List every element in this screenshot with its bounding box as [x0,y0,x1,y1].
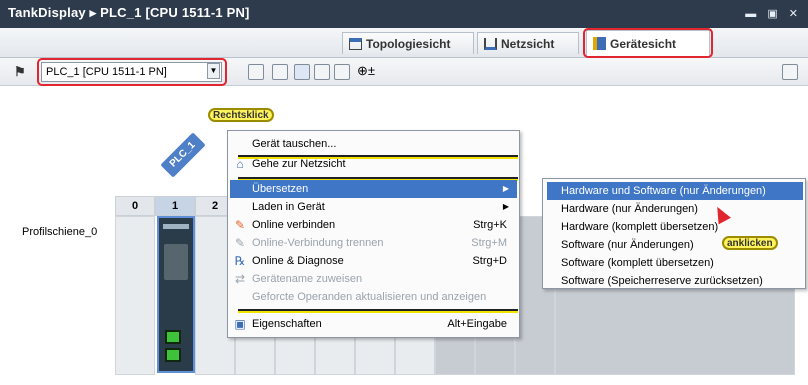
menu-item-properties[interactable]: ▣ Eigenschaften Alt+Eingabe [230,315,517,333]
grid-icon[interactable] [314,64,330,80]
submenu-arrow-icon: ▶ [502,202,509,211]
siemens-logo [163,224,189,229]
menu-separator [238,309,518,313]
tab-label: Topologiesicht [366,36,451,51]
slot-header-0: 0 [115,196,155,216]
view-tab-bar: Topologiesicht Netzsicht Gerätesicht [0,28,808,58]
menu-item-label: Geforcte Operanden aktualisieren und anz… [252,291,487,303]
context-menu: Gerät tauschen... ⌂ Gehe zur Netzsicht Ü… [227,130,520,338]
device-select-highlight [37,58,227,86]
properties-icon: ▣ [234,317,246,331]
submenu-item-hw-full[interactable]: Hardware (komplett übersetzen) [547,218,803,236]
menu-shortcut: Strg+D [472,255,507,267]
tab-label: Netzsicht [501,36,555,51]
network-icon: ⌂ [236,157,244,171]
menu-item-go-offline[interactable]: ✎ Online-Verbindung trennen Strg+M [230,234,517,252]
window-title: TankDisplay ▸ PLC_1 [CPU 1511-1 PN] [8,5,250,20]
menu-item-forced-operands[interactable]: Geforcte Operanden aktualisieren und anz… [230,288,517,306]
layout-icon[interactable] [334,64,350,80]
topology-icon [349,37,362,50]
add-device-icon[interactable]: ⚑ [14,64,30,80]
zoom-icon[interactable]: ⊕± [357,63,375,79]
submenu-item-hw-changes[interactable]: Hardware (nur Änderungen) [547,200,803,218]
menu-item-label: Online & Diagnose [252,255,344,267]
submenu-item-hw-sw-changes[interactable]: Hardware und Software (nur Änderungen) [547,182,803,200]
cpu-display [164,244,188,280]
menu-shortcut: Strg+M [471,237,507,249]
menu-item-label: Laden in Gerät [252,201,325,213]
diagnostics-icon: ℞ [234,254,246,268]
device-view-highlight [583,28,713,58]
rail-label: Profilschiene_0 [22,226,98,238]
menu-item-label: Gerät tauschen... [252,138,337,150]
menu-item-go-to-network[interactable]: ⌂ Gehe zur Netzsicht [230,155,517,173]
menu-shortcut: Alt+Eingabe [447,318,507,330]
callout-click: anklicken [722,236,778,250]
menu-item-download[interactable]: Laden in Gerät ▶ [230,198,517,216]
device-overview-icon[interactable] [248,64,264,80]
menu-item-online-diagnostics[interactable]: ℞ Online & Diagnose Strg+D [230,252,517,270]
rack-slot[interactable] [115,216,155,375]
callout-rightclick: Rechtsklick [208,108,274,122]
menu-item-label: Online-Verbindung trennen [252,237,384,249]
edit-icon[interactable] [294,64,310,80]
window-controls[interactable]: ▬ ▣ ✕ [745,7,802,20]
menu-item-compile[interactable]: Übersetzen ▶ [230,180,517,198]
menu-item-label: Online verbinden [252,219,336,231]
cpu-module[interactable] [157,216,195,373]
panel-toggle-icon[interactable] [782,64,798,80]
menu-item-replace-device[interactable]: Gerät tauschen... [230,135,517,153]
submenu-item-sw-reset-memory[interactable]: Software (Speicherreserve zurücksetzen) [547,272,803,290]
menu-item-label: Gerätename zuweisen [252,273,363,285]
menu-item-assign-device-name[interactable]: ⇄ Gerätename zuweisen [230,270,517,288]
submenu-arrow-icon: ▶ [502,184,509,193]
assign-name-icon: ⇄ [234,272,246,286]
menu-shortcut: Strg+K [473,219,507,231]
show-names-icon[interactable] [272,64,288,80]
network-icon [484,37,497,50]
ethernet-port-icon [165,348,181,362]
ethernet-port-icon [165,330,181,344]
menu-item-label: Übersetzen [252,183,309,195]
tab-topology-view[interactable]: Topologiesicht [342,32,474,54]
disconnect-online-icon: ✎ [234,236,246,250]
tab-network-view[interactable]: Netzsicht [477,32,579,54]
title-bar: TankDisplay ▸ PLC_1 [CPU 1511-1 PN] ▬ ▣ … [0,0,808,28]
compile-submenu: Hardware und Software (nur Änderungen) H… [542,178,806,289]
connect-online-icon: ✎ [234,218,246,232]
submenu-item-sw-full[interactable]: Software (komplett übersetzen) [547,254,803,272]
slot-header-1: 1 [155,196,195,216]
menu-item-go-online[interactable]: ✎ Online verbinden Strg+K [230,216,517,234]
menu-item-label: Gehe zur Netzsicht [252,158,346,170]
menu-item-label: Eigenschaften [252,318,322,330]
device-toolbar: ⚑ PLC_1 [CPU 1511-1 PN] ▼ ⊕± [0,58,808,86]
